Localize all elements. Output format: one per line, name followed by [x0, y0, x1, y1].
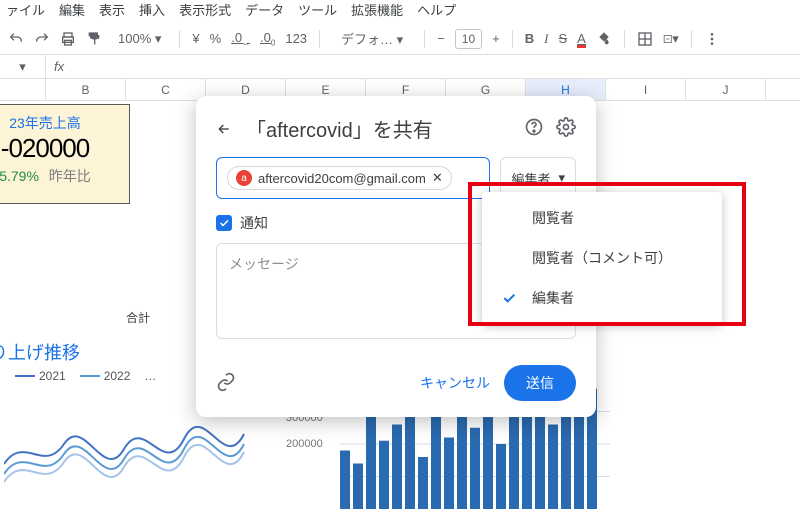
font-size-input[interactable]: 10 — [455, 29, 482, 49]
send-button[interactable]: 送信 — [504, 365, 576, 401]
sales-amount: -020000 — [0, 133, 119, 164]
percent-button[interactable]: % — [210, 31, 222, 46]
help-icon[interactable] — [524, 117, 544, 140]
sum-label: 合計 — [126, 309, 150, 326]
chip-remove-icon[interactable]: ✕ — [432, 170, 443, 186]
paint-format-icon[interactable] — [86, 31, 102, 47]
separator — [319, 30, 320, 48]
menu-insert[interactable]: 挿入 — [139, 0, 165, 19]
chip-email: aftercovid20com@gmail.com — [258, 171, 426, 186]
copy-link-icon[interactable] — [216, 372, 236, 395]
sales-pct: 5.79% — [0, 168, 39, 184]
role-menu: 閲覧者 閲覧者（コメント可） 編集者 — [482, 192, 722, 324]
minus-icon[interactable]: − — [437, 31, 445, 46]
name-box[interactable]: ▾ — [0, 55, 46, 78]
chevron-down-icon: ▾ — [558, 170, 565, 186]
role-option-label: 閲覧者 — [532, 208, 574, 228]
avatar: a — [236, 170, 252, 186]
settings-icon[interactable] — [556, 117, 576, 140]
separator — [179, 30, 180, 48]
sales-card: 23年売上高 -020000 5.79% 昨年比 — [0, 104, 130, 204]
plus-icon[interactable]: + — [492, 31, 500, 46]
toolbar: 100% ▾ ¥ % .0← .00 123 デフォ… ▾ − 10 + B I… — [0, 23, 800, 55]
redo-icon[interactable] — [34, 31, 50, 47]
sales-year-label: 23年売上高 — [0, 113, 119, 133]
merge-button[interactable]: ▾ — [663, 31, 679, 47]
role-option-commenter[interactable]: 閲覧者（コメント可） — [482, 238, 722, 278]
role-value: 編集者 — [511, 169, 550, 188]
check-icon — [500, 290, 518, 306]
strike-button[interactable]: S — [558, 31, 567, 46]
menu-tools[interactable]: ツール — [298, 0, 337, 19]
menubar: ァイル 編集 表示 挿入 表示形式 データ ツール 拡張機能 ヘルプ — [0, 0, 800, 23]
col-c[interactable]: C — [126, 79, 206, 100]
role-option-editor[interactable]: 編集者 — [482, 278, 722, 318]
back-icon[interactable] — [216, 121, 232, 137]
borders-button[interactable] — [637, 31, 653, 47]
dialog-title: 「aftercovid」を共有 — [246, 114, 510, 143]
italic-button[interactable]: I — [544, 31, 548, 47]
text-color-button[interactable]: A — [577, 31, 586, 46]
legend-2021: 2021 — [39, 369, 66, 383]
col-j[interactable]: J — [686, 79, 766, 100]
notify-checkbox[interactable] — [216, 215, 232, 231]
cancel-button[interactable]: キャンセル — [406, 365, 504, 401]
menu-ext[interactable]: 拡張機能 — [351, 0, 403, 19]
increase-decimal-button[interactable]: .00 — [260, 30, 275, 48]
chart-title: り上げ推移 — [0, 339, 80, 365]
sales-prev-label: 昨年比 — [49, 168, 91, 184]
col-b[interactable]: B — [46, 79, 126, 100]
col-i[interactable]: I — [606, 79, 686, 100]
fill-color-button[interactable] — [596, 31, 612, 47]
zoom-dropdown[interactable]: 100% ▾ — [112, 29, 167, 49]
menu-format[interactable]: 表示形式 — [179, 0, 231, 19]
format-number-button[interactable]: 123 — [285, 31, 307, 46]
bold-button[interactable]: B — [525, 31, 534, 46]
menu-help[interactable]: ヘルプ — [417, 0, 456, 19]
role-option-label: 編集者 — [532, 288, 574, 308]
role-option-viewer[interactable]: 閲覧者 — [482, 198, 722, 238]
menu-file[interactable]: ァイル — [6, 0, 45, 19]
menu-view[interactable]: 表示 — [99, 0, 125, 19]
separator — [624, 30, 625, 48]
decrease-decimal-button[interactable]: .0← — [231, 30, 250, 48]
separator — [691, 30, 692, 48]
font-dropdown[interactable]: デフォ… ▾ — [332, 26, 412, 51]
separator — [512, 30, 513, 48]
currency-button[interactable]: ¥ — [192, 31, 199, 46]
separator — [424, 30, 425, 48]
email-chip[interactable]: a aftercovid20com@gmail.com ✕ — [227, 166, 452, 190]
chart-legend: 2021 2022 … — [15, 369, 156, 383]
fx-label: fx — [46, 59, 72, 74]
people-input[interactable]: a aftercovid20com@gmail.com ✕ — [216, 157, 490, 199]
more-icon[interactable] — [704, 31, 720, 47]
notify-label: 通知 — [240, 213, 268, 233]
formula-bar: ▾ fx — [0, 55, 800, 79]
corner-cell[interactable] — [0, 79, 46, 100]
menu-edit[interactable]: 編集 — [59, 0, 85, 19]
legend-2022: 2022 — [104, 369, 131, 383]
chevron-down-icon: ▾ — [155, 31, 162, 46]
undo-icon[interactable] — [8, 31, 24, 47]
print-icon[interactable] — [60, 31, 76, 47]
role-option-label: 閲覧者（コメント可） — [532, 248, 672, 268]
menu-data[interactable]: データ — [245, 0, 284, 19]
